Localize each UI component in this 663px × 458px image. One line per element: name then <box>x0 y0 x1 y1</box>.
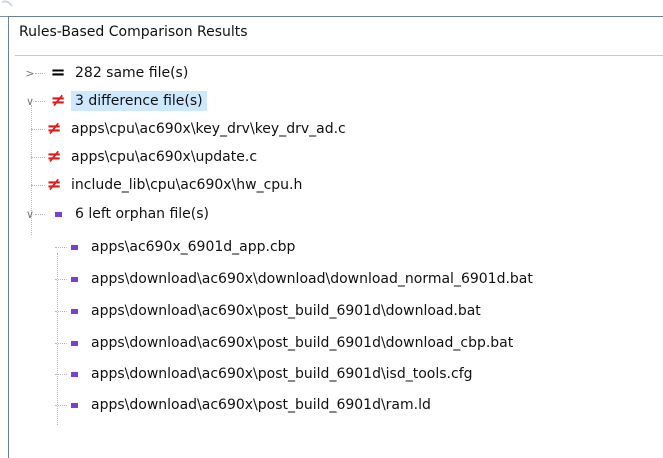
left-orphan-icon <box>49 205 67 223</box>
tree-item-orphan[interactable]: apps\download\ac690x\post_build_6901d\do… <box>55 297 481 325</box>
tree-item-orphan[interactable]: apps\download\ac690x\post_build_6901d\is… <box>55 360 473 388</box>
file-path: apps\download\ac690x\post_build_6901d\do… <box>91 335 514 351</box>
not-equal-icon: ≠ <box>46 146 62 167</box>
comparison-results-panel: Rules-Based Comparison Results > = 282 s… <box>8 16 663 458</box>
file-path: apps\ac690x_6901d_app.cbp <box>91 239 296 255</box>
file-path: apps\download\ac690x\post_build_6901d\do… <box>91 303 481 319</box>
not-equal-icon: ≠ <box>46 118 62 139</box>
left-orphan-icon <box>65 238 83 256</box>
file-path: apps\download\ac690x\download\download_n… <box>91 271 533 287</box>
left-orphan-icon <box>65 334 83 352</box>
tree-group-same[interactable]: > = 282 same file(s) <box>23 59 188 87</box>
file-path: apps\cpu\ac690x\update.c <box>71 149 258 165</box>
tree-group-label: 282 same file(s) <box>75 65 189 81</box>
tree-item-orphan[interactable]: apps\ac690x_6901d_app.cbp <box>55 233 296 261</box>
tree-group-left-orphan[interactable]: ∨ 6 left orphan file(s) <box>23 200 209 228</box>
file-path: apps\download\ac690x\post_build_6901d\is… <box>91 366 473 382</box>
tree-item-difference[interactable]: ≠ include_lib\cpu\ac690x\hw_cpu.h <box>31 171 303 199</box>
file-path: apps\cpu\ac690x\key_drv\key_drv_ad.c <box>71 121 346 137</box>
tree-group-difference[interactable]: ∨ ≠ 3 difference file(s) <box>23 87 207 115</box>
left-orphan-icon <box>65 302 83 320</box>
left-orphan-icon <box>65 396 83 414</box>
tree-item-orphan[interactable]: apps\download\ac690x\post_build_6901d\ra… <box>55 391 431 419</box>
equal-icon: = <box>50 62 66 83</box>
tree-item-orphan[interactable]: apps\download\ac690x\post_build_6901d\do… <box>55 329 514 357</box>
file-path: apps\download\ac690x\post_build_6901d\ra… <box>91 397 431 413</box>
file-path: include_lib\cpu\ac690x\hw_cpu.h <box>71 177 303 193</box>
left-orphan-icon <box>65 270 83 288</box>
tree-group-label: 3 difference file(s) <box>71 91 207 111</box>
not-equal-icon: ≠ <box>50 90 66 111</box>
left-orphan-icon <box>65 365 83 383</box>
corner-decoration <box>1 0 13 7</box>
tree-item-orphan[interactable]: apps\download\ac690x\download\download_n… <box>55 265 533 293</box>
results-tree[interactable]: > = 282 same file(s) ∨ ≠ 3 difference fi… <box>9 17 663 458</box>
not-equal-icon: ≠ <box>46 174 62 195</box>
tree-item-difference[interactable]: ≠ apps\cpu\ac690x\key_drv\key_drv_ad.c <box>31 115 346 143</box>
tree-group-label: 6 left orphan file(s) <box>75 206 210 222</box>
tree-item-difference[interactable]: ≠ apps\cpu\ac690x\update.c <box>31 143 258 171</box>
